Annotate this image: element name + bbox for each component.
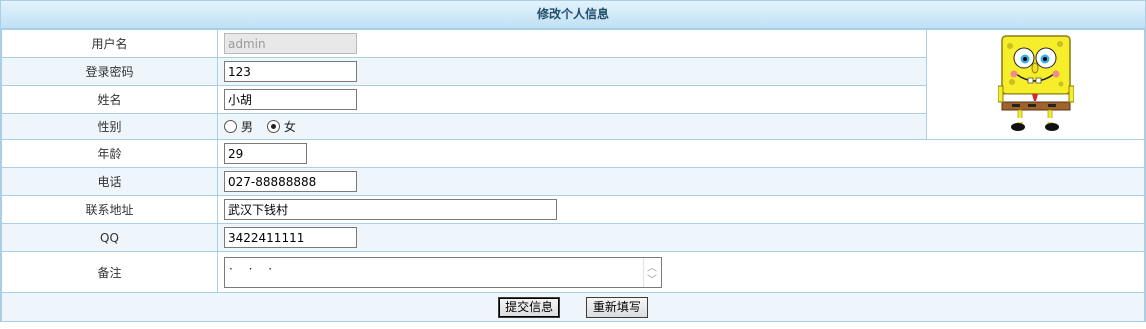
username-label: 用户名 — [1, 29, 218, 58]
profile-table: 用户名 admin 登录密码 123 姓名 小胡 性别 男 女 年龄 29 电话… — [1, 29, 1145, 322]
gender-female-radio[interactable] — [266, 120, 280, 133]
gender-male-label: 男 — [241, 120, 254, 134]
remark-label: 备注 — [1, 251, 218, 293]
edit-profile-form: 修改个人信息 用户名 admin 登录密码 123 姓名 小胡 性别 男 女 年… — [0, 0, 1146, 322]
gender-female-label: 女 — [283, 120, 296, 134]
form-title: 修改个人信息 — [1, 1, 1145, 29]
address-input[interactable] — [224, 199, 557, 220]
reset-button[interactable]: 重新填写 — [585, 296, 648, 318]
age-input[interactable] — [224, 143, 307, 164]
remark-textarea[interactable]: · · · ︿ ﹀ — [224, 256, 662, 288]
spongebob-avatar-icon — [997, 35, 1074, 131]
remark-scrollbar[interactable]: ︿ ﹀ — [643, 257, 661, 287]
gender-label: 性别 — [1, 113, 218, 140]
password-label: 登录密码 — [1, 57, 218, 86]
submit-button[interactable]: 提交信息 — [498, 296, 561, 318]
qq-label: QQ — [1, 223, 218, 252]
age-label: 年龄 — [1, 139, 218, 168]
avatar-cell — [926, 29, 1145, 140]
address-label: 联系地址 — [1, 195, 218, 224]
username-input — [224, 33, 357, 54]
scroll-down-icon[interactable]: ﹀ — [647, 271, 657, 286]
phone-input[interactable] — [224, 171, 357, 192]
phone-label: 电话 — [1, 167, 218, 196]
password-input[interactable] — [224, 61, 357, 82]
name-label: 姓名 — [1, 85, 218, 114]
name-input[interactable] — [224, 89, 357, 110]
gender-male-radio[interactable] — [224, 120, 237, 133]
qq-input[interactable] — [224, 227, 357, 248]
remark-text: · · · — [229, 261, 279, 276]
